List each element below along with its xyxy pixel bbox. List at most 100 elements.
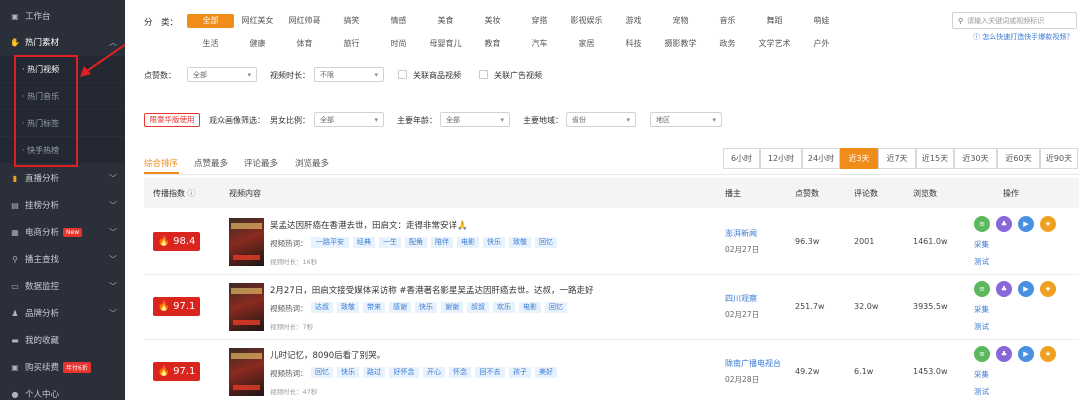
time-tab[interactable]: 近3天 xyxy=(840,148,878,169)
category-chip[interactable]: 全部 xyxy=(187,14,234,28)
category-chip[interactable]: 体育 xyxy=(281,37,328,51)
hot-word-tag[interactable]: 路过 xyxy=(363,367,385,378)
duration-select[interactable]: 不限 ▾ xyxy=(314,67,384,82)
category-chip[interactable]: 健康 xyxy=(234,37,281,51)
hot-word-tag[interactable]: 开心 xyxy=(423,367,445,378)
age-select[interactable]: 全部 ▾ xyxy=(440,112,510,127)
test-link[interactable]: 测试 xyxy=(974,256,989,267)
category-chip[interactable]: 搞笑 xyxy=(328,14,375,28)
star-icon[interactable]: ★ xyxy=(1040,216,1056,232)
sidebar-item-favorites[interactable]: ▬ 我的收藏 xyxy=(0,327,125,353)
play-icon[interactable]: ▶ xyxy=(1018,346,1034,362)
hot-word-tag[interactable]: 感谢 xyxy=(389,302,411,313)
hot-word-tag[interactable]: 叔叔 xyxy=(467,302,489,313)
sidebar-item-purchase[interactable]: ▣ 购买续费 年付6折 xyxy=(0,354,125,380)
category-chip[interactable]: 旅行 xyxy=(328,37,375,51)
category-chip[interactable]: 政务 xyxy=(704,37,751,51)
streamer-name-link[interactable]: 陇南广播电视台 xyxy=(725,358,781,369)
test-link[interactable]: 测试 xyxy=(974,386,989,397)
hot-word-tag[interactable]: 快乐 xyxy=(483,237,505,248)
audience-icon[interactable]: ♣ xyxy=(996,281,1012,297)
hot-word-tag[interactable]: 快乐 xyxy=(415,302,437,313)
sidebar-item-streamer-search[interactable]: ⚲ 播主查找 ﹀ xyxy=(0,246,125,272)
time-tab[interactable]: 6小时 xyxy=(723,148,760,169)
video-thumbnail[interactable] xyxy=(229,348,264,396)
hot-word-tag[interactable]: 致敬 xyxy=(509,237,531,248)
streamer-name-link[interactable]: 澎湃新闻 xyxy=(725,228,757,239)
hot-word-tag[interactable]: 经典 xyxy=(353,237,375,248)
detail-icon[interactable]: ≡ xyxy=(974,281,990,297)
category-chip[interactable]: 萌娃 xyxy=(798,14,845,28)
hot-word-tag[interactable]: 配角 xyxy=(405,237,427,248)
detail-icon[interactable]: ≡ xyxy=(974,346,990,362)
hot-word-tag[interactable]: 达叔 xyxy=(311,302,333,313)
category-chip[interactable]: 网红美女 xyxy=(234,14,281,28)
sidebar-item-ecommerce-analysis[interactable]: ▦ 电商分析 New ﹀ xyxy=(0,219,125,245)
time-tab[interactable]: 近60天 xyxy=(997,148,1040,169)
video-title[interactable]: 2月27日，田启文接受媒体采访称 #香港著名影星吴孟达因肝癌去世。达叔，一路走好 xyxy=(270,284,594,296)
sidebar-item-brand-analysis[interactable]: ♟ 品牌分析 ﹀ xyxy=(0,300,125,326)
category-chip[interactable]: 情感 xyxy=(375,14,422,28)
category-chip[interactable]: 宠物 xyxy=(657,14,704,28)
sidebar-item-workbench[interactable]: ▣ 工作台 xyxy=(0,3,125,29)
search-input[interactable]: ⚲ 请输入关键词或视频标识 xyxy=(952,12,1077,29)
category-chip[interactable]: 美妆 xyxy=(469,14,516,28)
tab-sort-likes[interactable]: 点赞最多 xyxy=(194,157,228,169)
category-chip[interactable]: 网红帅哥 xyxy=(281,14,328,28)
hot-word-tag[interactable]: 快乐 xyxy=(337,367,359,378)
video-thumbnail[interactable] xyxy=(229,218,264,266)
test-link[interactable]: 测试 xyxy=(974,321,989,332)
collect-link[interactable]: 采集 xyxy=(974,304,989,315)
hot-word-tag[interactable]: 回不去 xyxy=(475,367,505,378)
hot-word-tag[interactable]: 怀念 xyxy=(449,367,471,378)
category-chip[interactable]: 游戏 xyxy=(610,14,657,28)
category-chip[interactable]: 舞蹈 xyxy=(751,14,798,28)
time-tab[interactable]: 近30天 xyxy=(954,148,997,169)
video-thumbnail[interactable] xyxy=(229,283,264,331)
audience-icon[interactable]: ♣ xyxy=(996,346,1012,362)
streamer-name-link[interactable]: 四川观察 xyxy=(725,293,757,304)
likes-select[interactable]: 全部 ▾ xyxy=(187,67,257,82)
star-icon[interactable]: ★ xyxy=(1040,346,1056,362)
related-ad-checkbox[interactable] xyxy=(479,70,488,79)
hot-word-tag[interactable]: 孩子 xyxy=(509,367,531,378)
category-chip[interactable]: 生活 xyxy=(187,37,234,51)
hot-word-tag[interactable]: 一生 xyxy=(379,237,401,248)
time-tab[interactable]: 近15天 xyxy=(916,148,954,169)
category-chip[interactable]: 音乐 xyxy=(704,14,751,28)
area-select[interactable]: 地区 ▾ xyxy=(650,112,722,127)
category-chip[interactable]: 穿搭 xyxy=(516,14,563,28)
gender-select[interactable]: 全部 ▾ xyxy=(314,112,384,127)
category-chip[interactable]: 教育 xyxy=(469,37,516,51)
sidebar-item-profile[interactable]: ● 个人中心 xyxy=(0,381,125,400)
hot-word-tag[interactable]: 回忆 xyxy=(535,237,557,248)
category-chip[interactable]: 科技 xyxy=(610,37,657,51)
category-chip[interactable]: 家居 xyxy=(563,37,610,51)
category-chip[interactable]: 汽车 xyxy=(516,37,563,51)
hot-word-tag[interactable]: 回忆 xyxy=(545,302,567,313)
detail-icon[interactable]: ≡ xyxy=(974,216,990,232)
category-chip[interactable]: 美食 xyxy=(422,14,469,28)
category-chip[interactable]: 母婴育儿 xyxy=(422,37,469,51)
related-product-checkbox[interactable] xyxy=(398,70,407,79)
hot-word-tag[interactable]: 一路平安 xyxy=(311,237,349,248)
hot-word-tag[interactable]: 电影 xyxy=(457,237,479,248)
time-tab[interactable]: 近90天 xyxy=(1040,148,1078,169)
play-icon[interactable]: ▶ xyxy=(1018,216,1034,232)
time-tab[interactable]: 24小时 xyxy=(802,148,840,169)
hot-word-tag[interactable]: 欢乐 xyxy=(493,302,515,313)
sidebar-item-data-monitor[interactable]: ▭ 数据监控 ﹀ xyxy=(0,273,125,299)
category-chip[interactable]: 户外 xyxy=(798,37,845,51)
tab-sort-views[interactable]: 浏览最多 xyxy=(295,157,329,169)
video-title[interactable]: 吴孟达因肝癌在香港去世，田启文：走得非常安详🙏 xyxy=(270,219,468,231)
category-chip[interactable]: 摄影教学 xyxy=(657,37,704,51)
sidebar-item-list-analysis[interactable]: ▤ 挂榜分析 ﹀ xyxy=(0,192,125,218)
tab-sort-comments[interactable]: 评论最多 xyxy=(244,157,278,169)
hot-word-tag[interactable]: 带来 xyxy=(363,302,385,313)
hot-word-tag[interactable]: 谢谢 xyxy=(441,302,463,313)
star-icon[interactable]: ★ xyxy=(1040,281,1056,297)
tab-sort-comprehensive[interactable]: 综合排序 xyxy=(144,157,178,169)
help-link[interactable]: ⓘ 怎么快速打造快手爆款视频？ xyxy=(973,32,1073,42)
hot-word-tag[interactable]: 陪伴 xyxy=(431,237,453,248)
province-select[interactable]: 省份 ▾ xyxy=(566,112,636,127)
